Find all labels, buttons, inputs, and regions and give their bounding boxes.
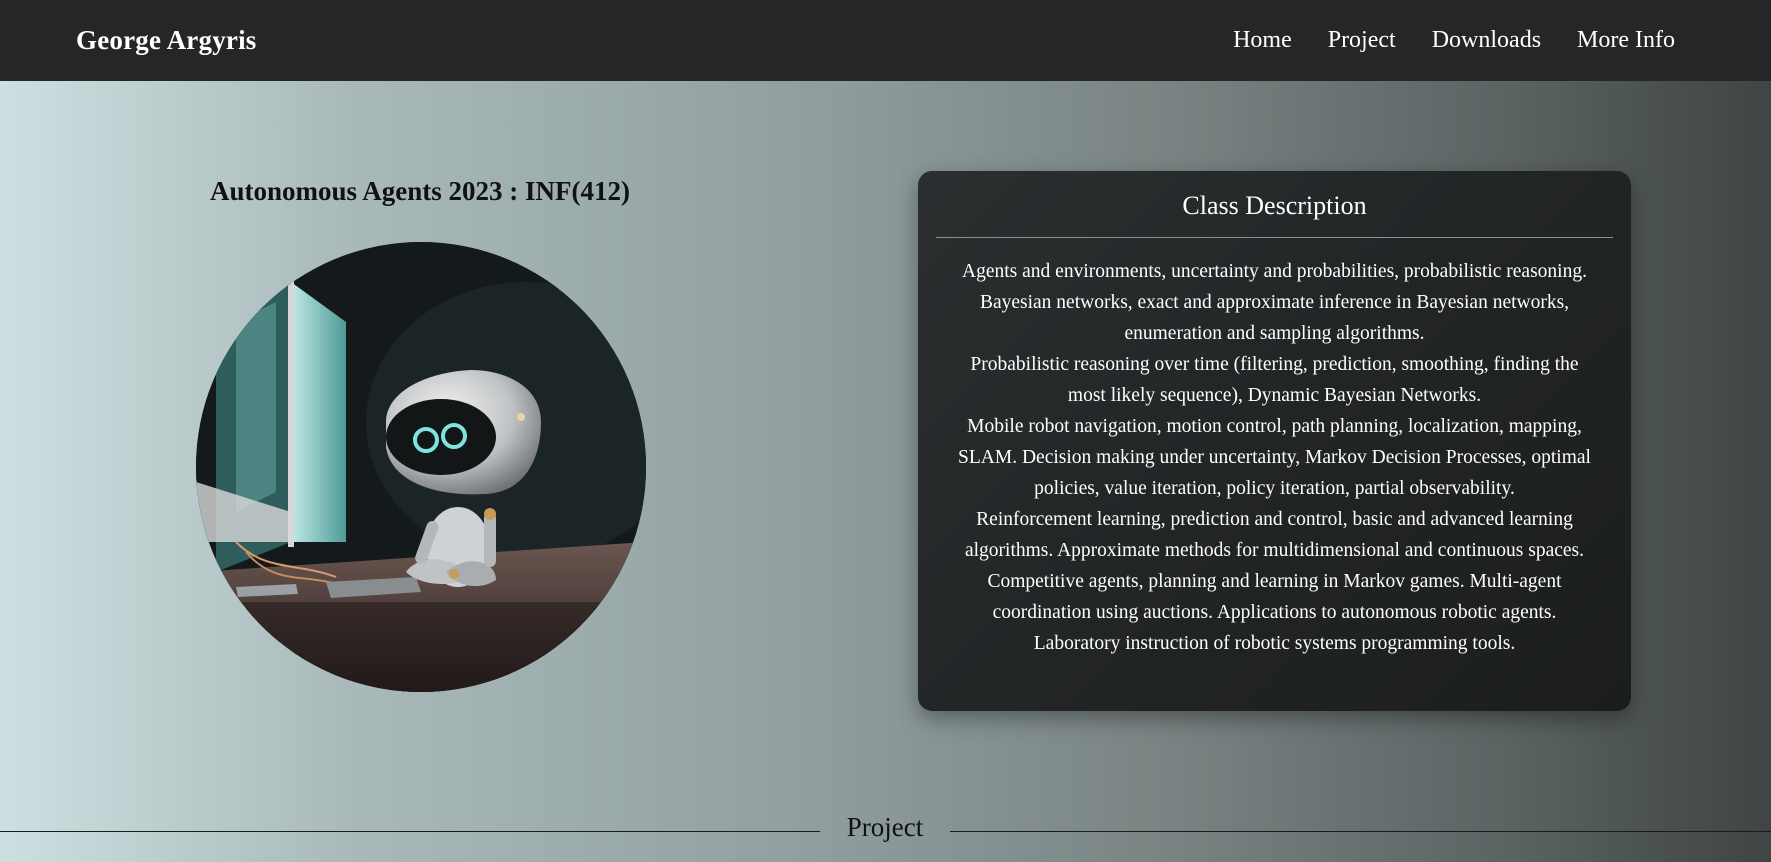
description-line: Agents and environments, uncertainty and… [962, 261, 1587, 282]
divider [936, 237, 1613, 238]
robot-illustration [196, 242, 646, 692]
description-line: enumeration and sampling algorithms. [1124, 323, 1425, 344]
course-title-text: Autonomous Agents 2023 : [209, 176, 526, 206]
nav-link-project[interactable]: Project [1328, 27, 1396, 54]
description-line: SLAM. Decision making under uncertainty,… [958, 447, 1591, 468]
description-line: Reinforcement learning, prediction and c… [976, 509, 1573, 530]
nav-links: Home Project Downloads More Info [1233, 27, 1675, 54]
course-image [196, 242, 646, 692]
description-line: Laboratory instruction of robotic system… [1033, 633, 1516, 654]
top-navbar: George Argyris Home Project Downloads Mo… [0, 0, 1771, 81]
section-label-project: Project [846, 812, 924, 842]
section-divider-left [0, 831, 820, 832]
description-line: policies, value iteration, policy iterat… [1034, 478, 1515, 499]
course-title: Autonomous Agents 2023 : INF(412) [120, 176, 720, 207]
site-brand[interactable]: George Argyris [76, 25, 257, 56]
class-description-body: Agents and environments, uncertainty and… [936, 256, 1613, 659]
project-section-header: Project [0, 812, 1771, 848]
nav-link-more-info[interactable]: More Info [1577, 27, 1675, 54]
description-line: Bayesian networks, exact and approximate… [979, 292, 1570, 313]
description-line: Mobile robot navigation, motion control,… [967, 416, 1582, 437]
nav-link-downloads[interactable]: Downloads [1432, 27, 1541, 54]
nav-link-home[interactable]: Home [1233, 27, 1292, 54]
description-line: Competitive agents, planning and learnin… [987, 571, 1562, 592]
class-description-card: Class Description Agents and environment… [918, 171, 1631, 711]
class-description-title: Class Description [1182, 191, 1367, 220]
description-line: algorithms. Approximate methods for mult… [964, 540, 1585, 561]
section-divider-right [950, 831, 1771, 832]
description-line: coordination using auctions. Application… [992, 602, 1557, 623]
description-line: most likely sequence), Dynamic Bayesian … [1067, 385, 1482, 406]
course-code: INF(412) [525, 176, 631, 206]
description-line: Probabilistic reasoning over time (filte… [970, 354, 1579, 375]
